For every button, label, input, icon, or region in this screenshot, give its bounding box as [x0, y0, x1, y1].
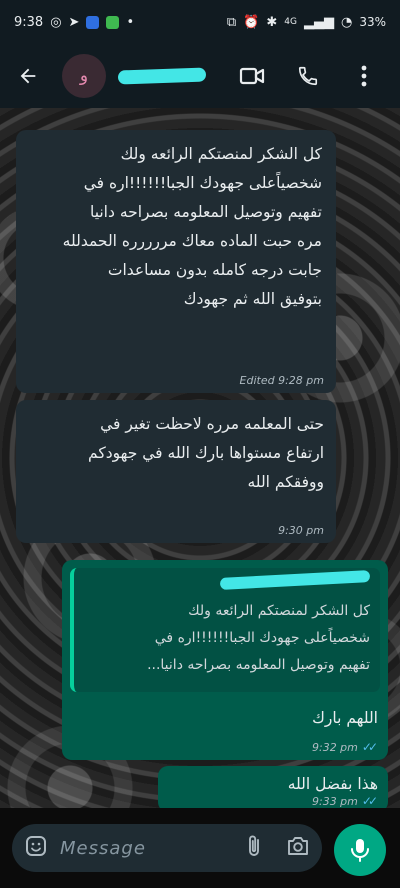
message-bubble-incoming[interactable]: حتى المعلمه مرره لاحظت تغير في ارتفاع مس… — [16, 400, 336, 543]
message-input-pill[interactable] — [12, 824, 322, 872]
quoted-message[interactable]: كل الشكر لمنصتكم الرائعه ولك شخصياًعلى ج… — [70, 568, 380, 692]
battery-icon: ◔ — [340, 14, 353, 30]
more-options-icon[interactable] — [350, 62, 378, 90]
message-bubble-outgoing[interactable]: كل الشكر لمنصتكم الرائعه ولك شخصياًعلى ج… — [62, 560, 388, 760]
telegram-notification-icon: ➤ — [68, 14, 80, 30]
microphone-icon — [351, 839, 369, 862]
message-input[interactable] — [60, 837, 210, 859]
whatsapp-notification-icon: ◎ — [50, 14, 62, 30]
sticker-icon[interactable] — [24, 834, 48, 862]
battery-percent: 33% — [359, 15, 386, 29]
status-right: ⧉ ⏰ ✱ 4G ▂▄▆ ◔ 33% — [227, 15, 386, 29]
read-ticks-icon: ✓✓ — [361, 794, 378, 808]
app-notification-icon-2 — [106, 15, 120, 29]
message-text: كل الشكر لمنصتكم الرائعه ولك شخصياًعلى ج… — [62, 145, 322, 308]
message-bubble-outgoing[interactable]: هذا بفضل الله 9:33 pm ✓✓ — [158, 766, 388, 808]
paperclip-icon[interactable] — [244, 834, 264, 862]
message-text: حتى المعلمه مرره لاحظت تغير في ارتفاع مس… — [88, 415, 324, 491]
bluetooth-icon: ✱ — [266, 14, 278, 30]
status-left: 9:38 ◎ ➤ • — [14, 15, 134, 30]
read-ticks-icon: ✓✓ — [361, 740, 378, 754]
message-meta: 9:32 pm ✓✓ — [311, 740, 378, 754]
camera-icon[interactable] — [286, 835, 310, 861]
microphone-button[interactable] — [334, 824, 386, 876]
status-time: 9:38 — [14, 14, 44, 30]
input-actions — [244, 834, 310, 862]
network-type: 4G — [284, 17, 297, 27]
message-bubble-incoming[interactable]: كل الشكر لمنصتكم الرائعه ولك شخصياًعلى ج… — [16, 130, 336, 393]
message-text: اللهم بارك — [312, 709, 378, 727]
message-timestamp: 9:33 pm — [311, 794, 358, 808]
video-call-icon[interactable] — [238, 62, 266, 90]
message-timestamp: 9:30 pm — [278, 524, 324, 537]
avatar[interactable]: و — [62, 54, 106, 98]
back-arrow-icon[interactable] — [8, 56, 48, 96]
app-notification-icon — [86, 15, 100, 29]
message-input-bar — [0, 808, 400, 888]
alarm-icon: ⏰ — [243, 14, 260, 30]
dot-icon: • — [126, 14, 135, 30]
message-timestamp: Edited 9:28 pm — [239, 374, 324, 387]
message-meta: 9:33 pm ✓✓ — [311, 794, 378, 808]
phone-icon[interactable] — [294, 62, 322, 90]
contact-name-redacted[interactable] — [117, 67, 207, 85]
chat-area[interactable]: كل الشكر لمنصتكم الرائعه ولك شخصياًعلى ج… — [0, 108, 400, 808]
quoted-sender-redacted — [219, 570, 371, 590]
chat-header: و — [0, 44, 400, 108]
signal-icon: ▂▄▆ — [303, 14, 334, 30]
header-actions — [238, 62, 392, 90]
message-timestamp: 9:32 pm — [311, 740, 358, 754]
screen-cast-icon: ⧉ — [226, 14, 237, 30]
status-bar: 9:38 ◎ ➤ • ⧉ ⏰ ✱ 4G ▂▄▆ ◔ 33% — [0, 0, 400, 44]
quoted-text: كل الشكر لمنصتكم الرائعه ولك شخصياًعلى ج… — [147, 603, 370, 673]
